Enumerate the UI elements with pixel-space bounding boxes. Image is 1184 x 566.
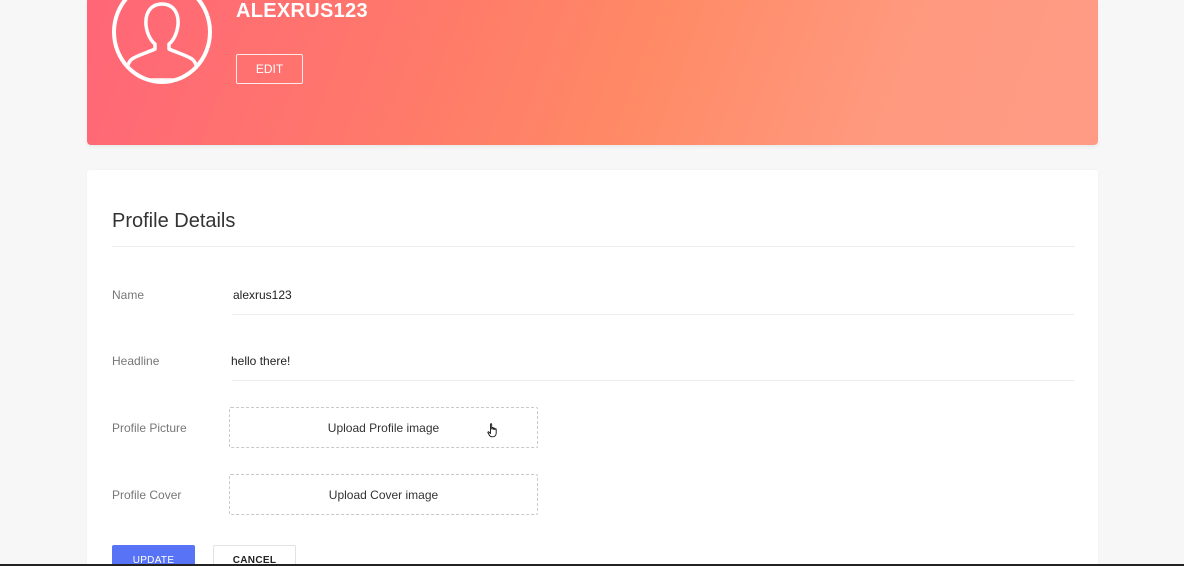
profile-picture-label: Profile Picture — [112, 421, 187, 435]
headline-label: Headline — [112, 354, 160, 368]
profile-details-card: Profile Details Name alexrus123 Headline… — [87, 170, 1098, 566]
upload-cover-image-label: Upload Cover image — [328, 487, 439, 502]
avatar — [112, 0, 212, 84]
page-title: Profile Details — [112, 210, 236, 232]
profile-cover-label: Profile Cover — [112, 488, 182, 502]
name-field[interactable]: alexrus123 — [233, 288, 292, 302]
profile-username: ALEXRUS123 — [236, 0, 368, 22]
headline-field-underline — [232, 380, 1074, 381]
upload-cover-image-button[interactable]: Upload Cover image — [229, 474, 538, 515]
hand-pointer-icon — [487, 423, 497, 438]
edit-profile-button[interactable]: EDIT — [236, 54, 303, 84]
update-button[interactable]: UPDATE — [112, 545, 195, 566]
title-divider — [112, 246, 1075, 247]
name-label: Name — [112, 288, 145, 302]
cancel-button[interactable]: CANCEL — [213, 545, 296, 566]
name-field-underline — [232, 314, 1074, 315]
headline-field[interactable]: hello there! — [231, 354, 290, 368]
user-silhouette-icon — [124, 2, 200, 80]
upload-profile-image-label: Upload Profile image — [327, 420, 440, 435]
profile-banner: ALEXRUS123 EDIT — [87, 0, 1098, 145]
